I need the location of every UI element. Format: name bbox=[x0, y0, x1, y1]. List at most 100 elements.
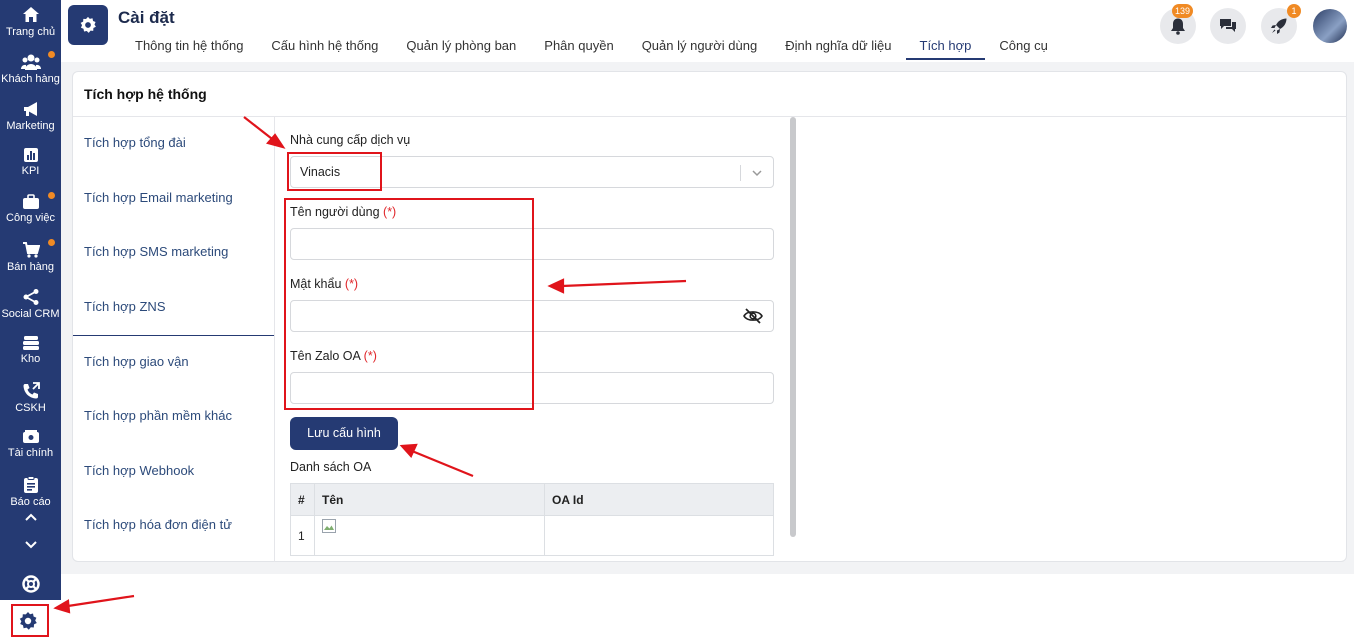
zalo-oa-label: Tên Zalo OA (*) bbox=[290, 349, 377, 363]
card-title: Tích hợp hệ thống bbox=[84, 86, 207, 102]
warehouse-icon bbox=[22, 336, 39, 350]
column-header-name: Tên bbox=[314, 483, 545, 516]
menu-item-hoa-don-dien-tu[interactable]: Tích hợp hóa đơn điện tử bbox=[73, 499, 274, 554]
cell-name bbox=[314, 515, 545, 556]
chart-icon bbox=[23, 148, 38, 162]
required-mark: (*) bbox=[344, 277, 359, 291]
cart-icon bbox=[22, 242, 40, 258]
provider-select[interactable]: Vinacis bbox=[290, 156, 774, 188]
tab-quan-ly-nguoi-dung[interactable]: Quản lý người dùng bbox=[628, 38, 772, 60]
home-icon bbox=[22, 7, 39, 22]
tab-dinh-nghia-du-lieu[interactable]: Định nghĩa dữ liệu bbox=[771, 38, 905, 60]
sidebar-item-marketing[interactable]: Marketing bbox=[0, 94, 61, 140]
menu-item-email-marketing[interactable]: Tích hợp Email marketing bbox=[73, 172, 274, 227]
scroll-down-button[interactable] bbox=[0, 538, 61, 557]
zalo-oa-field[interactable] bbox=[290, 372, 774, 404]
tab-quan-ly-phong-ban[interactable]: Quản lý phòng ban bbox=[392, 38, 530, 60]
password-field[interactable] bbox=[290, 300, 774, 332]
username-label-text: Tên người dùng bbox=[290, 205, 380, 219]
tab-thong-tin-he-thong[interactable]: Thông tin hệ thống bbox=[121, 38, 257, 60]
menu-item-giao-van[interactable]: Tích hợp giao vận bbox=[73, 336, 274, 391]
rocket-button[interactable]: 1 bbox=[1261, 4, 1301, 44]
users-icon bbox=[20, 54, 41, 70]
notification-dot bbox=[48, 192, 55, 199]
settings-tabs: Thông tin hệ thống Cấu hình hệ thống Quả… bbox=[121, 38, 1062, 60]
sidebar-item-label: Công việc bbox=[6, 212, 55, 224]
sidebar-item-cong-viec[interactable]: Công việc bbox=[0, 188, 61, 234]
sidebar-item-label: CSKH bbox=[15, 402, 46, 414]
support-button[interactable] bbox=[0, 575, 61, 598]
password-label: Mật khẩu (*) bbox=[290, 277, 358, 291]
required-mark: (*) bbox=[363, 349, 377, 363]
tab-cong-cu[interactable]: Công cụ bbox=[985, 38, 1061, 60]
eye-off-icon[interactable] bbox=[743, 308, 763, 324]
rocket-icon bbox=[1271, 18, 1287, 34]
share-icon bbox=[23, 289, 38, 305]
provider-value: Vinacis bbox=[300, 165, 341, 179]
notification-dot bbox=[48, 51, 55, 58]
header: Cài đặt Thông tin hệ thống Cấu hình hệ t… bbox=[61, 0, 1354, 62]
password-label-text: Mật khẩu bbox=[290, 277, 342, 291]
oa-table: # Tên OA Id 1 bbox=[290, 483, 774, 556]
table-row[interactable]: 1 bbox=[290, 515, 774, 556]
tab-cau-hinh-he-thong[interactable]: Cấu hình hệ thống bbox=[257, 38, 392, 60]
avatar[interactable] bbox=[1313, 9, 1347, 43]
gear-icon bbox=[19, 612, 37, 630]
save-config-button[interactable]: Lưu cấu hình bbox=[290, 417, 398, 450]
sidebar-item-label: Tài chính bbox=[7, 447, 54, 459]
sidebar-item-cskh[interactable]: CSKH bbox=[0, 376, 61, 422]
column-header-index: # bbox=[290, 483, 315, 516]
clipboard-icon bbox=[23, 476, 38, 493]
sidebar-item-trang-chu[interactable]: Trang chủ bbox=[0, 0, 61, 46]
phone-icon bbox=[23, 382, 40, 399]
menu-item-webhook[interactable]: Tích hợp Webhook bbox=[73, 445, 274, 500]
scroll-up-button[interactable] bbox=[0, 510, 61, 529]
settings-app-icon bbox=[68, 5, 108, 45]
cell-index: 1 bbox=[290, 515, 315, 556]
footer-area bbox=[61, 574, 1354, 643]
bell-icon bbox=[1171, 18, 1185, 35]
briefcase-icon bbox=[22, 194, 39, 209]
sidebar-item-label: Social CRM bbox=[1, 308, 60, 320]
tab-tich-hop[interactable]: Tích hợp bbox=[905, 38, 986, 60]
page-title: Cài đặt bbox=[118, 8, 175, 27]
sidebar-item-label: KPI bbox=[21, 165, 40, 177]
chat-button[interactable] bbox=[1210, 8, 1246, 44]
notifications-button[interactable]: 139 bbox=[1160, 4, 1196, 44]
sidebar: Trang chủ Khách hàng Marketing KPI Công … bbox=[0, 0, 61, 643]
sidebar-item-social-crm[interactable]: Social CRM bbox=[0, 282, 61, 328]
sidebar-item-tai-chinh[interactable]: Tài chính bbox=[0, 423, 61, 469]
chevron-down-icon bbox=[752, 170, 762, 177]
sidebar-item-label: Kho bbox=[20, 353, 41, 365]
money-icon bbox=[22, 430, 39, 443]
select-separator bbox=[740, 165, 741, 181]
sidebar-item-kpi[interactable]: KPI bbox=[0, 141, 61, 187]
menu-item-sms-marketing[interactable]: Tích hợp SMS marketing bbox=[73, 226, 274, 281]
menu-item-tong-dai[interactable]: Tích hợp tổng đài bbox=[73, 117, 274, 172]
sidebar-item-khach-hang[interactable]: Khách hàng bbox=[0, 47, 61, 93]
megaphone-icon bbox=[23, 102, 37, 116]
menu-item-phan-mem-khac[interactable]: Tích hợp phần mềm khác bbox=[73, 390, 274, 445]
sidebar-item-ban-hang[interactable]: Bán hàng bbox=[0, 235, 61, 281]
cell-oa-id bbox=[544, 515, 774, 556]
username-label: Tên người dùng (*) bbox=[290, 205, 396, 219]
settings-button[interactable] bbox=[18, 611, 38, 636]
chat-icon bbox=[1220, 19, 1236, 32]
tab-phan-quyen[interactable]: Phân quyền bbox=[530, 38, 627, 60]
provider-label: Nhà cung cấp dịch vụ bbox=[290, 133, 411, 147]
notification-dot bbox=[48, 239, 55, 246]
sidebar-item-label: Khách hàng bbox=[1, 73, 60, 85]
sidebar-item-label: Marketing bbox=[6, 120, 55, 132]
sidebar-item-label: Báo cáo bbox=[10, 496, 51, 508]
zalo-oa-label-text: Tên Zalo OA bbox=[290, 349, 361, 363]
gear-icon bbox=[80, 16, 96, 33]
username-field[interactable] bbox=[290, 228, 774, 260]
integration-menu: Tích hợp tổng đài Tích hợp Email marketi… bbox=[73, 117, 275, 562]
form-scrollbar[interactable] bbox=[790, 117, 796, 537]
oa-list-label: Danh sách OA bbox=[290, 460, 372, 474]
notification-count-badge: 139 bbox=[1172, 4, 1194, 18]
sidebar-item-label: Trang chủ bbox=[5, 26, 56, 38]
required-mark: (*) bbox=[383, 205, 397, 219]
menu-item-zns[interactable]: Tích hợp ZNS bbox=[73, 281, 274, 336]
sidebar-item-kho[interactable]: Kho bbox=[0, 329, 61, 375]
